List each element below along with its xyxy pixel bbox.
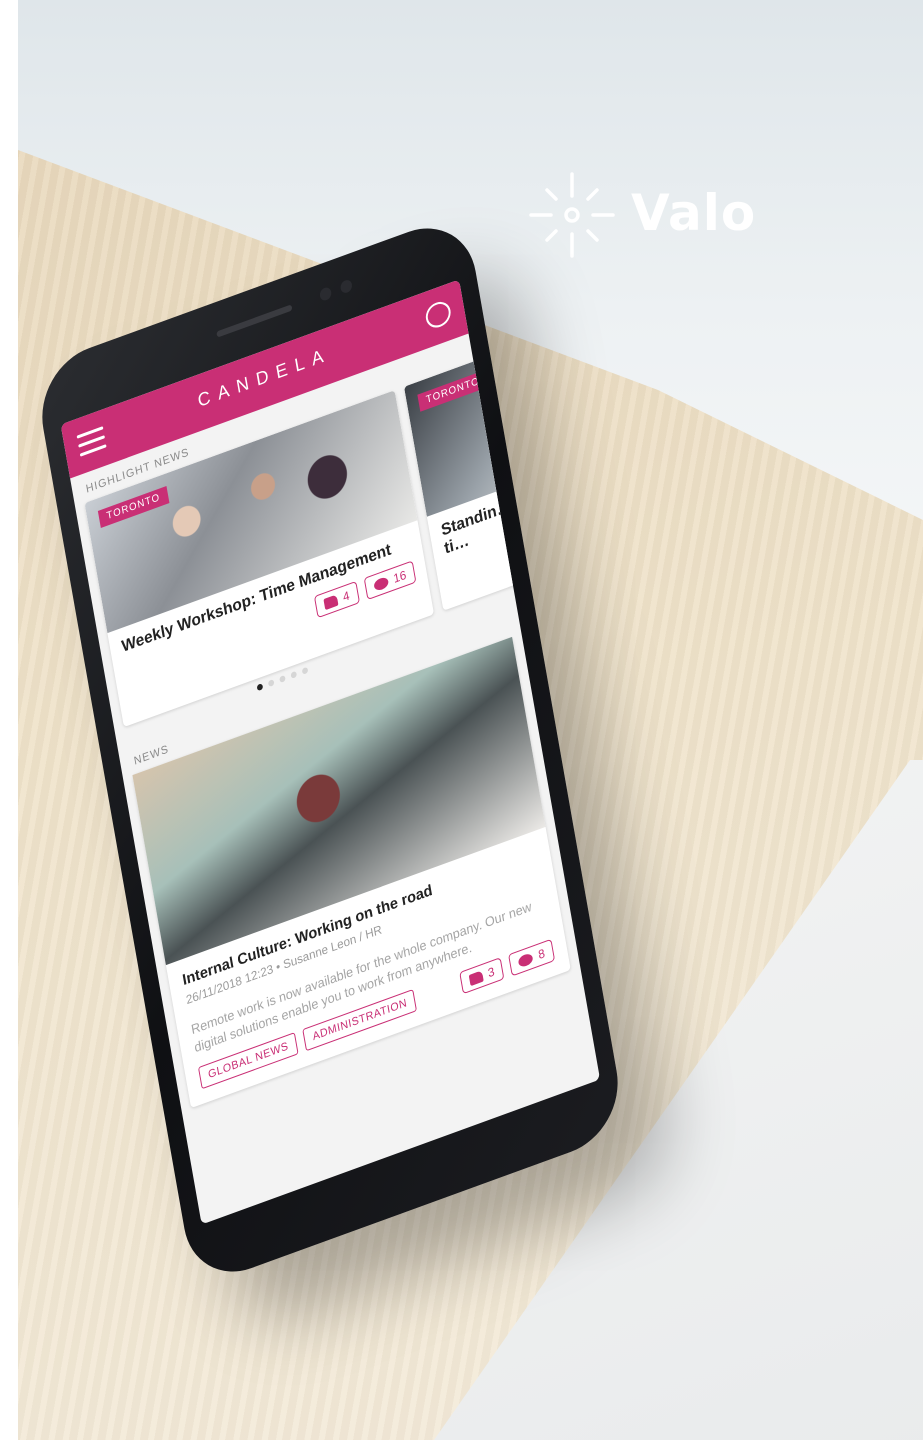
- like-count: 3: [486, 964, 496, 981]
- phone-camera: [318, 285, 333, 303]
- comment-count: 16: [392, 567, 408, 586]
- carousel-dot[interactable]: [267, 679, 275, 688]
- logo-text: Valo: [631, 184, 757, 242]
- like-button[interactable]: 3: [458, 957, 505, 995]
- carousel-dot[interactable]: [256, 683, 264, 692]
- left-margin: [0, 0, 18, 1440]
- comment-count: 8: [537, 945, 546, 963]
- comment-icon: [517, 951, 534, 968]
- comment-button[interactable]: 8: [508, 938, 556, 977]
- valo-logo: Valo: [527, 170, 757, 260]
- carousel-dot[interactable]: [279, 674, 286, 683]
- sun-logo-icon: [529, 172, 615, 258]
- thumbs-up-icon: [468, 969, 484, 986]
- background-scene: Valo CANDELA HIGHLIGHT NEWS TORONTO Week…: [0, 0, 923, 1440]
- carousel-dot[interactable]: [290, 670, 298, 679]
- like-count: 4: [341, 588, 351, 605]
- phone-speaker: [216, 304, 293, 338]
- carousel-dot[interactable]: [301, 666, 309, 675]
- comment-icon: [372, 575, 389, 592]
- thumbs-up-icon: [323, 593, 339, 610]
